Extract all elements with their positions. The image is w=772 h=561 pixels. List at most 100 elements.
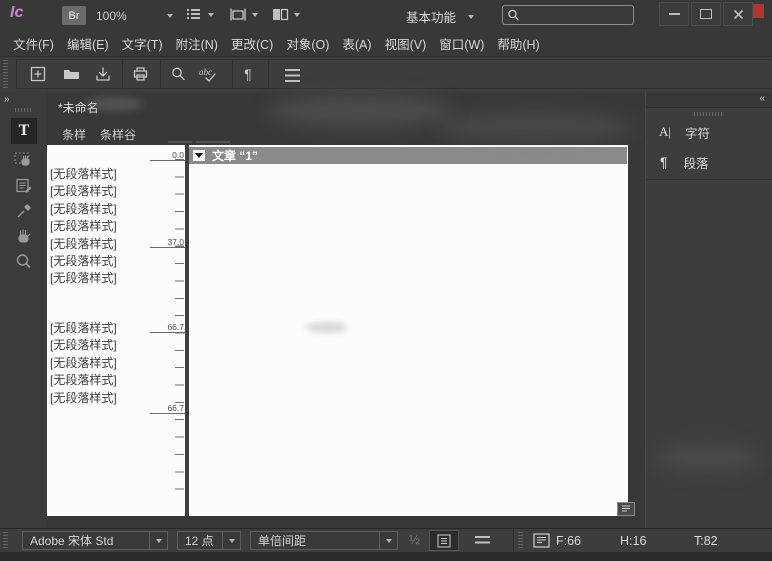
menu-item[interactable]: 附注(N) — [175, 34, 219, 53]
toolbar-menu-button[interactable] — [280, 63, 304, 87]
search-icon — [506, 8, 522, 22]
menu-item[interactable]: 文件(F) — [12, 34, 55, 53]
notes-view-button[interactable] — [429, 530, 459, 551]
chevron-down-icon — [167, 14, 173, 18]
new-document-button[interactable] — [26, 62, 50, 86]
view-tab-second[interactable]: 条样谷 — [100, 126, 136, 143]
view-options-button[interactable] — [186, 7, 214, 22]
chevron-down-icon — [252, 13, 258, 17]
chevron-down-icon — [468, 15, 474, 19]
dock-grip[interactable] — [694, 112, 722, 116]
toolbar-separator — [268, 59, 269, 89]
show-hidden-characters-button[interactable]: ¶ — [236, 62, 260, 86]
copyfit-grip[interactable] — [518, 532, 523, 549]
menu-item[interactable]: 文字(T) — [121, 34, 164, 53]
app-toolbar: abc ¶ — [0, 57, 772, 92]
view-tab-galley[interactable]: 条样 — [62, 126, 86, 143]
svg-text:abc: abc — [199, 67, 212, 77]
document-tab[interactable]: *未命名 — [58, 99, 99, 116]
search-box[interactable] — [502, 5, 634, 25]
search-input[interactable] — [522, 8, 633, 22]
font-size-select[interactable]: 12 点 — [177, 531, 241, 550]
panel-tab-character[interactable]: A| 字符 — [646, 119, 772, 145]
font-family-value: Adobe 宋体 Std — [23, 532, 149, 549]
story-text-area[interactable] — [189, 164, 628, 516]
paragraph-style-label: [无段落样式] — [50, 270, 117, 287]
find-button[interactable] — [166, 62, 190, 86]
close-highlight-mark — [753, 4, 764, 18]
line-increment-icon[interactable]: ½ — [409, 532, 420, 547]
dock-header: « — [646, 92, 772, 108]
save-button[interactable] — [91, 62, 115, 86]
depth-ruler-label: 66.7 — [150, 322, 185, 333]
menu-item[interactable]: 编辑(E) — [66, 34, 110, 53]
page-corner-button[interactable] — [617, 502, 635, 516]
depth-ruler-label: 37.0 — [150, 237, 185, 248]
zoom-tool-button[interactable] — [12, 250, 36, 274]
galley-view[interactable]: [无段落样式][无段落样式][无段落样式][无段落样式][无段落样式][无段落样… — [47, 145, 628, 516]
incopy-window: Ic Br 100% — [0, 0, 772, 561]
story-bar: 文章 “1” — [189, 147, 627, 164]
toolbar-grip[interactable] — [3, 60, 8, 88]
close-button[interactable] — [723, 2, 753, 26]
panel-label: 字符 — [685, 123, 710, 142]
statusbar-grip[interactable] — [3, 532, 8, 549]
spell-check-icon: abc — [198, 65, 224, 84]
minimize-button[interactable] — [659, 2, 689, 26]
new-document-icon — [29, 65, 47, 83]
menu-item[interactable]: 帮助(H) — [496, 34, 540, 53]
zoom-level-value: 100% — [96, 9, 127, 23]
character-icon: A| — [659, 124, 671, 140]
statusbar-menu-button[interactable] — [472, 533, 492, 549]
panel-tab-paragraph[interactable]: ¶ 段落 — [646, 149, 772, 175]
menu-item[interactable]: 对象(O) — [285, 34, 330, 53]
menu-item[interactable]: 更改(C) — [230, 34, 274, 53]
maximize-button[interactable] — [691, 2, 721, 26]
screen-mode-button[interactable] — [229, 7, 258, 22]
magnifier-icon — [169, 65, 187, 83]
window-frame-bottom — [0, 552, 772, 561]
zoom-level-select[interactable]: 100% — [96, 6, 173, 25]
note-tool-button[interactable] — [12, 174, 36, 198]
menu-item[interactable]: 视图(V) — [384, 34, 428, 53]
smudge-artifact — [438, 112, 633, 142]
tab-edge-artifact — [168, 141, 192, 143]
hamburger-icon — [285, 69, 300, 82]
hand-tool-icon — [13, 225, 35, 247]
incopy-logo: Ic — [10, 4, 23, 22]
view-options-icon — [186, 7, 203, 22]
paragraph-style-label: [无段落样式] — [50, 337, 117, 354]
expand-dock-icon[interactable]: » — [4, 94, 9, 105]
font-size-value: 12 点 — [178, 532, 222, 549]
collapse-story-button[interactable] — [193, 150, 205, 161]
collapse-dock-icon[interactable]: « — [759, 93, 764, 104]
eyedropper-tool-button[interactable] — [12, 199, 36, 223]
style-column-group-2: [无段落样式][无段落样式][无段落样式][无段落样式][无段落样式] — [50, 320, 117, 407]
status-bar: Adobe 宋体 Std 12 点 单倍间距 ½ F:66 H:16 — [0, 528, 772, 552]
zoom-tool-icon — [14, 252, 34, 272]
print-button[interactable] — [128, 62, 152, 86]
tools-panel: » T — [0, 92, 47, 528]
position-tool-button[interactable] — [12, 148, 36, 172]
bridge-button[interactable]: Br — [62, 6, 86, 25]
paragraph-icon: ¶ — [660, 154, 668, 170]
line-spacing-select[interactable]: 单倍间距 — [250, 531, 398, 550]
font-family-select[interactable]: Adobe 宋体 Std — [22, 531, 168, 550]
maximize-icon — [700, 9, 712, 19]
toolbar-separator — [122, 59, 123, 89]
titlebar: Ic Br 100% — [0, 0, 772, 30]
spell-check-button[interactable]: abc — [197, 62, 225, 86]
copyfit-total-value: T:82 — [694, 534, 718, 548]
type-tool-button[interactable]: T — [11, 118, 37, 144]
chevron-down-icon — [294, 13, 300, 17]
menu-item[interactable]: 表(A) — [341, 34, 372, 53]
type-tool-icon: T — [19, 122, 30, 140]
hand-tool-button[interactable] — [12, 224, 36, 248]
open-button[interactable] — [59, 62, 83, 86]
arrange-documents-button[interactable] — [272, 7, 300, 22]
workspace-switcher[interactable]: 基本功能 — [406, 7, 474, 26]
right-dock: « A| 字符 ¶ 段落 — [645, 92, 772, 528]
print-icon — [131, 65, 150, 83]
tools-panel-grip[interactable] — [15, 108, 33, 112]
menu-item[interactable]: 窗口(W) — [438, 34, 485, 53]
